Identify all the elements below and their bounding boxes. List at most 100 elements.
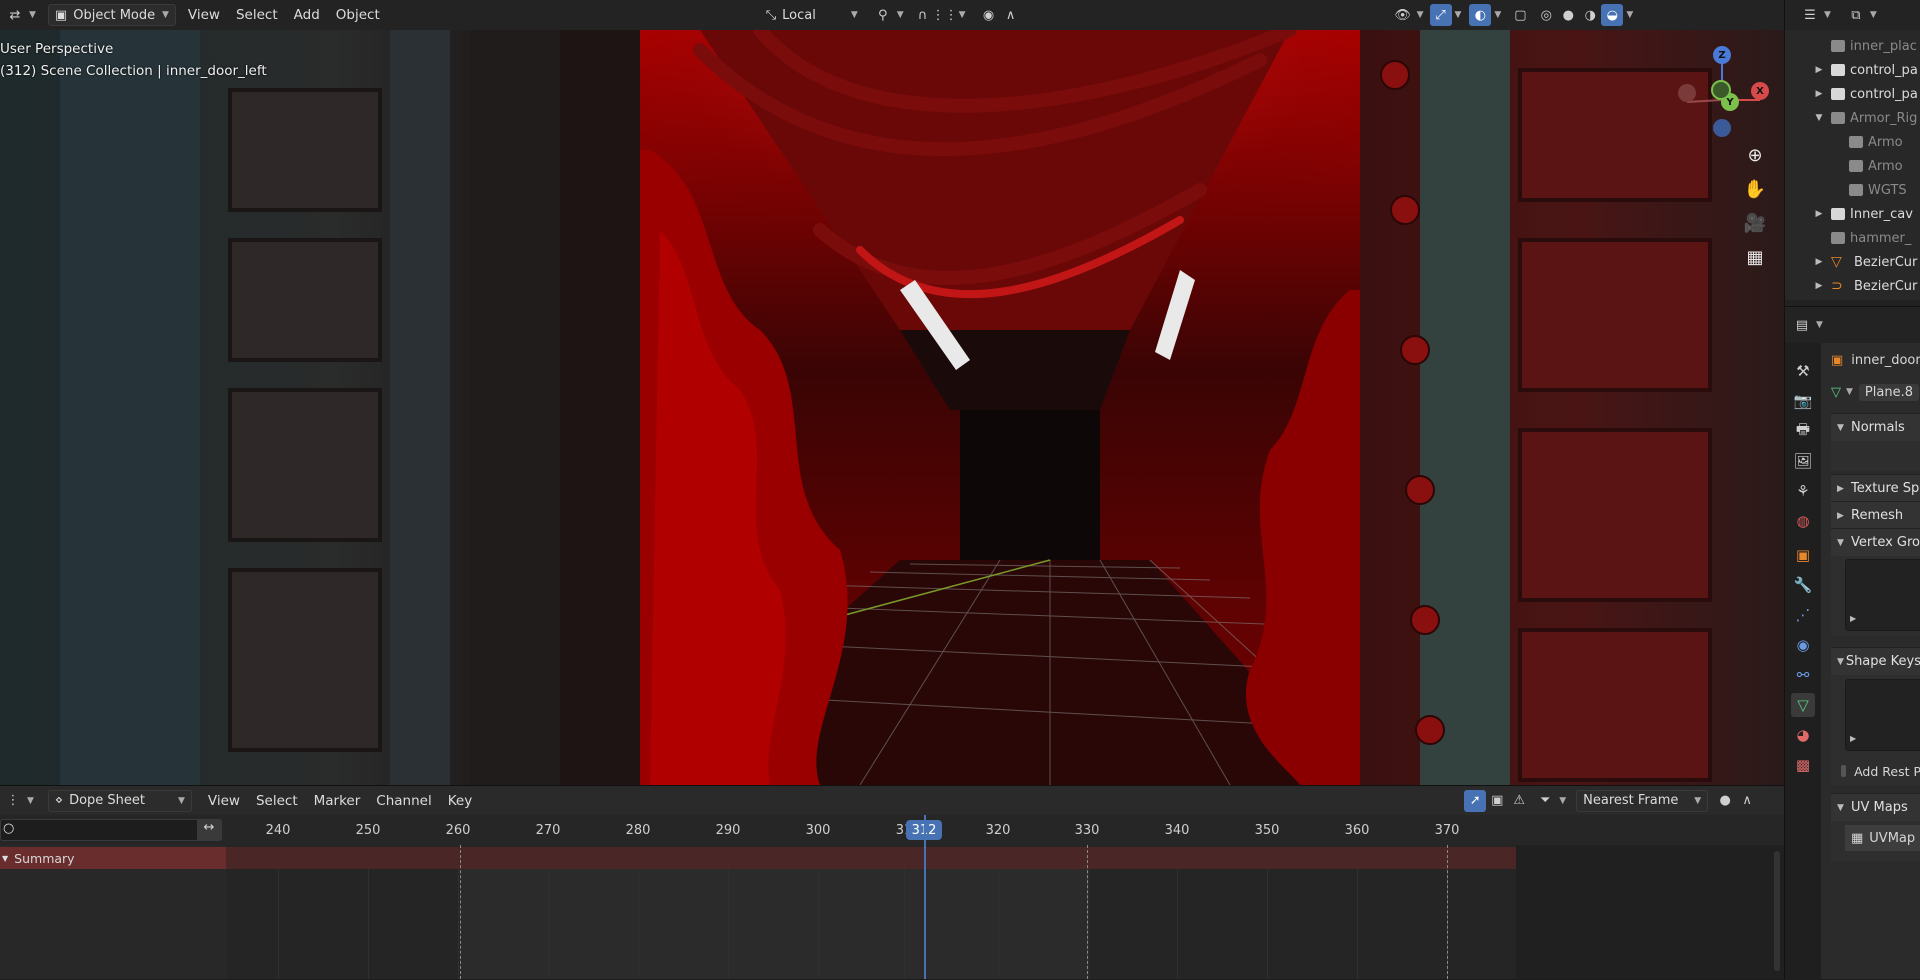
dopesheet-menu-channel[interactable]: Channel: [368, 790, 439, 812]
uv-map-item[interactable]: ▦ UVMap: [1845, 825, 1920, 851]
outliner-item[interactable]: inner_plac: [1785, 34, 1920, 58]
outliner-display-icon[interactable]: ☰: [1799, 4, 1821, 26]
playhead-line[interactable]: [924, 815, 926, 979]
outliner-filter-icon[interactable]: ⧉: [1845, 4, 1867, 26]
gizmo-neg-z-axis[interactable]: [1713, 119, 1731, 137]
menu-add[interactable]: Add: [286, 4, 328, 26]
outliner-item[interactable]: WGTS: [1785, 178, 1920, 202]
snap-icon[interactable]: ∩: [912, 4, 934, 26]
pan-hand-icon[interactable]: ✋: [1742, 176, 1768, 202]
material-tab-icon[interactable]: ◕: [1791, 723, 1815, 747]
mesh-selector[interactable]: ▽ ▼ Plane.8: [1831, 381, 1920, 403]
editor-type-icon[interactable]: ⋮: [2, 790, 24, 812]
shape-keys-list[interactable]: ▶: [1845, 679, 1920, 751]
outliner-item[interactable]: Armo: [1785, 130, 1920, 154]
shading-rendered-icon[interactable]: ◒: [1601, 4, 1624, 26]
gizmo-neg-x-axis[interactable]: [1678, 84, 1696, 102]
view-layer-tab-icon[interactable]: 🖼: [1791, 449, 1815, 473]
frame-ruler[interactable]: ○ ↔ 240 250 260 270 280 290 300 31 320 330 340 350 3…: [0, 815, 1784, 845]
falloff-icon[interactable]: ∧: [1000, 4, 1022, 26]
uv-maps-panel[interactable]: ▼ UV Maps: [1831, 793, 1920, 821]
object-name-row[interactable]: ▣ inner_door: [1831, 349, 1920, 371]
chevron-right-icon[interactable]: ▶: [1813, 281, 1825, 291]
gizmo-toggle-icon[interactable]: ⤢: [1429, 4, 1452, 26]
editor-type-icon[interactable]: ⇄: [4, 4, 26, 26]
outliner-item[interactable]: ▶ ▽ BezierCur: [1785, 250, 1920, 274]
outliner-item[interactable]: Armo: [1785, 154, 1920, 178]
texture-tab-icon[interactable]: ▩: [1791, 753, 1815, 777]
outliner-item[interactable]: ▶ ⊃ BezierCur: [1785, 274, 1920, 298]
chevron-right-icon[interactable]: ▶: [1813, 257, 1825, 267]
modifier-tab-icon[interactable]: 🔧: [1791, 573, 1815, 597]
snap-grid-icon[interactable]: ⋮⋮: [932, 4, 958, 26]
outliner-item[interactable]: ▶ control_pa: [1785, 82, 1920, 106]
visibility-icon[interactable]: 👁: [1392, 4, 1414, 26]
chevron-down-icon[interactable]: ▼: [1813, 113, 1825, 123]
normals-panel[interactable]: ▼ Normals: [1831, 413, 1920, 441]
mode-selector[interactable]: ▣ Object Mode ▼: [47, 4, 176, 26]
vertex-groups-panel[interactable]: ▼ Vertex Gro: [1831, 528, 1920, 556]
swap-icon[interactable]: ↔: [197, 820, 221, 840]
vertical-scrollbar[interactable]: [1774, 851, 1780, 971]
chevron-right-icon[interactable]: ▶: [1813, 89, 1825, 99]
shape-keys-panel[interactable]: ▼ Shape Keys: [1831, 647, 1920, 675]
menu-view[interactable]: View: [180, 4, 228, 26]
add-rest-position-row[interactable]: Add Rest P: [1841, 761, 1920, 781]
only-selected-icon[interactable]: ➚: [1464, 789, 1487, 812]
only-errors-icon[interactable]: ⚠: [1508, 790, 1530, 812]
object-tab-icon[interactable]: ▣: [1791, 543, 1815, 567]
output-tab-icon[interactable]: 🖶: [1791, 419, 1815, 443]
dopesheet-menu-key[interactable]: Key: [440, 790, 480, 812]
snapping-selector[interactable]: Nearest Frame ▼: [1576, 789, 1709, 812]
vertex-groups-list[interactable]: ▶: [1845, 559, 1920, 631]
tool-tab-icon[interactable]: ⚒: [1791, 359, 1815, 383]
dopesheet-body[interactable]: ▼ Summary: [0, 815, 1784, 979]
menu-object[interactable]: Object: [328, 4, 388, 26]
summary-channel[interactable]: ▼ Summary: [0, 847, 226, 869]
shading-wireframe-icon[interactable]: ◎: [1535, 4, 1557, 26]
channel-search[interactable]: ○ ↔: [0, 819, 222, 841]
mesh-data-tab-icon[interactable]: ▽: [1791, 693, 1815, 717]
dopesheet-menu-view[interactable]: View: [200, 790, 248, 812]
properties-editor-type-icon[interactable]: ▤: [1791, 314, 1813, 336]
falloff-icon[interactable]: ∧: [1736, 790, 1758, 812]
particles-tab-icon[interactable]: ⋰: [1791, 603, 1815, 627]
shading-solid-icon[interactable]: ●: [1557, 4, 1579, 26]
texture-space-panel[interactable]: ▶ Texture Sp: [1831, 474, 1920, 502]
outliner-item[interactable]: ▶ Inner_cav: [1785, 202, 1920, 226]
remesh-panel[interactable]: ▶ Remesh: [1831, 501, 1920, 529]
physics-tab-icon[interactable]: ◉: [1791, 633, 1815, 657]
menu-select[interactable]: Select: [228, 4, 286, 26]
filter-icon[interactable]: ⏷: [1534, 790, 1556, 812]
dopesheet-mode-selector[interactable]: ⋄ Dope Sheet ▼: [47, 789, 192, 812]
outliner-item[interactable]: ▼ Armor_Rig: [1785, 106, 1920, 130]
shading-material-icon[interactable]: ◑: [1579, 4, 1601, 26]
outliner-item[interactable]: hammer_: [1785, 226, 1920, 250]
chevron-down-icon: ▼: [2, 853, 9, 863]
gizmo-neg-y-axis[interactable]: [1711, 80, 1731, 100]
outliner-item[interactable]: ▶ control_pa: [1785, 58, 1920, 82]
gizmo-z-axis[interactable]: Z: [1713, 46, 1731, 64]
channel-search-input[interactable]: [19, 821, 189, 839]
overlay-toggle-icon[interactable]: ◐: [1469, 4, 1492, 26]
show-hidden-icon[interactable]: ▣: [1486, 790, 1508, 812]
render-tab-icon[interactable]: 📷: [1791, 389, 1815, 413]
pivot-icon[interactable]: ⚲: [872, 4, 894, 26]
camera-icon[interactable]: 🎥: [1742, 210, 1768, 236]
dopesheet-menu-marker[interactable]: Marker: [306, 790, 369, 812]
world-tab-icon[interactable]: ◍: [1791, 509, 1815, 533]
dopesheet-menu-select[interactable]: Select: [248, 790, 306, 812]
chevron-right-icon[interactable]: ▶: [1813, 65, 1825, 75]
transform-orientation[interactable]: ⤡ Local ▼: [760, 4, 864, 26]
gizmo-x-axis[interactable]: X: [1751, 82, 1769, 100]
proportional-edit-icon[interactable]: ●: [1714, 790, 1736, 812]
add-rest-checkbox[interactable]: [1841, 765, 1847, 777]
3d-viewport[interactable]: User Perspective (312) Scene Collection …: [0, 30, 1784, 785]
perspective-grid-icon[interactable]: ▦: [1742, 244, 1768, 270]
scene-tab-icon[interactable]: ⚘: [1791, 479, 1815, 503]
zoom-icon[interactable]: ⊕: [1742, 142, 1768, 168]
constraints-tab-icon[interactable]: ⚯: [1791, 663, 1815, 687]
xray-icon[interactable]: ▢: [1509, 4, 1531, 26]
chevron-right-icon[interactable]: ▶: [1813, 209, 1825, 219]
proportional-edit-icon[interactable]: ◉: [978, 4, 1000, 26]
